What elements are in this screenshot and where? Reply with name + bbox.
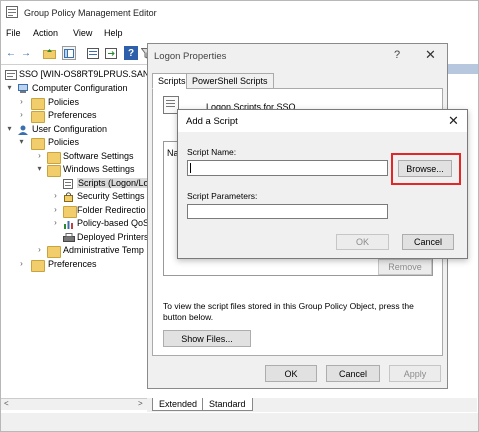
window-title: Group Policy Management Editor xyxy=(24,8,157,18)
user-icon xyxy=(17,125,29,135)
export-list-icon[interactable] xyxy=(104,46,118,60)
tree-item-label: User Configuration xyxy=(32,124,108,134)
folder-icon xyxy=(47,165,61,177)
tree-horizontal-scrollbar[interactable]: < > xyxy=(1,398,147,410)
menu-action[interactable]: Action xyxy=(33,28,58,38)
folder-icon xyxy=(31,111,45,123)
tree-item-gpo-root[interactable]: SSO [WIN-OS8RT9LPRUS.SANGF xyxy=(1,69,147,82)
tree-item-computer-preferences[interactable]: › Preferences xyxy=(1,110,147,123)
text-caret xyxy=(190,163,191,173)
show-files-info-text: To view the script files stored in this … xyxy=(163,301,414,322)
close-icon[interactable]: ✕ xyxy=(448,113,459,129)
up-folder-icon[interactable] xyxy=(42,46,56,60)
add-script-cancel-button[interactable]: Cancel xyxy=(402,234,454,250)
chevron-down-icon[interactable]: ▾ xyxy=(17,137,26,146)
chevron-right-icon[interactable]: › xyxy=(51,191,60,200)
forward-arrow-icon[interactable]: → xyxy=(19,46,33,60)
tree-item-label: Policy-based QoS xyxy=(77,218,147,228)
chevron-down-icon[interactable]: ▾ xyxy=(5,124,14,133)
script-name-input[interactable] xyxy=(187,160,388,176)
computer-icon xyxy=(17,84,29,94)
tree-item-security-settings[interactable]: › Security Settings xyxy=(1,191,147,204)
tree-item-folder-redirection[interactable]: › Folder Redirectio xyxy=(1,205,147,218)
policy-icon xyxy=(5,70,17,80)
tree-item-label: Policies xyxy=(48,137,80,147)
tree-item-label: Policies xyxy=(48,97,80,107)
remove-button[interactable]: Remove xyxy=(378,259,432,275)
folder-icon xyxy=(47,152,61,164)
properties-icon[interactable] xyxy=(86,46,100,60)
tree-item-policy-based-qos[interactable]: › Policy-based QoS xyxy=(1,218,147,231)
scroll-right-icon[interactable]: > xyxy=(138,399,143,408)
chevron-right-icon[interactable]: › xyxy=(17,259,26,268)
tab-standard[interactable]: Standard xyxy=(202,398,253,411)
help-icon[interactable]: ? xyxy=(124,46,138,60)
add-script-ok-button[interactable]: OK xyxy=(336,234,389,250)
tree-item-label: Deployed Printers xyxy=(77,232,147,242)
folder-icon xyxy=(47,246,61,258)
tree-item-label: Preferences xyxy=(48,110,97,120)
ok-button[interactable]: OK xyxy=(265,365,317,382)
chevron-right-icon[interactable]: › xyxy=(17,110,26,119)
help-icon[interactable]: ? xyxy=(394,49,400,61)
tree-item-user-configuration[interactable]: ▾ User Configuration xyxy=(1,124,147,137)
script-parameters-label: Script Parameters: xyxy=(187,191,258,201)
add-script-title: Add a Script xyxy=(186,116,238,127)
scroll-left-icon[interactable]: < xyxy=(4,399,9,408)
menu-view[interactable]: View xyxy=(73,28,92,38)
tree-item-deployed-printers[interactable]: Deployed Printers xyxy=(1,232,147,245)
chevron-right-icon[interactable]: › xyxy=(35,245,44,254)
browse-highlight-box xyxy=(391,153,461,185)
tree-item-label: Preferences xyxy=(48,259,97,269)
back-arrow-icon[interactable]: ← xyxy=(4,46,18,60)
show-hide-tree-icon[interactable] xyxy=(62,46,76,60)
cancel-button[interactable]: Cancel xyxy=(326,365,380,382)
tree-item-windows-settings[interactable]: ▾ Windows Settings xyxy=(1,164,147,177)
tree-item-label: SSO [WIN-OS8RT9LPRUS.SANGF xyxy=(19,69,147,79)
printer-icon xyxy=(63,233,75,243)
console-tree: SSO [WIN-OS8RT9LPRUS.SANGF ▾ Computer Co… xyxy=(1,64,147,404)
chevron-right-icon[interactable]: › xyxy=(17,97,26,106)
tree-item-label: Scripts (Logon/Lo xyxy=(77,178,147,188)
chart-icon xyxy=(63,219,75,229)
tree-item-user-policies[interactable]: ▾ Policies xyxy=(1,137,147,150)
tree-item-computer-policies[interactable]: › Policies xyxy=(1,97,147,110)
tree-item-software-settings[interactable]: › Software Settings xyxy=(1,151,147,164)
chevron-right-icon[interactable]: › xyxy=(35,151,44,160)
tree-item-label: Folder Redirectio xyxy=(77,205,146,215)
script-name-label: Script Name: xyxy=(187,147,237,157)
tree-item-user-preferences[interactable]: › Preferences xyxy=(1,259,147,272)
tree-item-label: Software Settings xyxy=(63,151,134,161)
script-parameters-input[interactable] xyxy=(187,204,388,219)
apply-button[interactable]: Apply xyxy=(389,365,441,382)
folder-icon xyxy=(31,138,45,150)
tab-extended[interactable]: Extended xyxy=(152,398,205,411)
menu-file[interactable]: File xyxy=(6,28,21,38)
tree-item-label: Computer Configuration xyxy=(32,83,128,93)
folder-icon xyxy=(63,206,77,218)
folder-icon xyxy=(31,98,45,110)
tab-powershell-scripts[interactable]: PowerShell Scripts xyxy=(186,73,274,89)
tree-item-administrative-templates[interactable]: › Administrative Temp xyxy=(1,245,147,258)
show-files-button[interactable]: Show Files... xyxy=(163,330,251,347)
tree-item-scripts-logon-logoff[interactable]: Scripts (Logon/Lo xyxy=(1,178,147,191)
close-icon[interactable]: ✕ xyxy=(425,47,436,63)
status-bar xyxy=(1,413,478,431)
security-icon xyxy=(63,192,75,202)
chevron-down-icon[interactable]: ▾ xyxy=(5,83,14,92)
script-icon xyxy=(63,179,75,189)
tree-item-label: Windows Settings xyxy=(63,164,135,174)
right-pane-header xyxy=(448,64,478,74)
menu-help[interactable]: Help xyxy=(104,28,123,38)
gpme-app-icon xyxy=(6,6,18,18)
folder-icon xyxy=(31,260,45,272)
tree-item-label: Security Settings xyxy=(77,191,145,201)
logon-properties-title: Logon Properties xyxy=(154,51,227,62)
tree-item-computer-configuration[interactable]: ▾ Computer Configuration xyxy=(1,83,147,96)
tree-item-label: Administrative Temp xyxy=(63,245,144,255)
chevron-down-icon[interactable]: ▾ xyxy=(35,164,44,173)
chevron-right-icon[interactable]: › xyxy=(51,205,60,214)
chevron-right-icon[interactable]: › xyxy=(51,218,60,227)
